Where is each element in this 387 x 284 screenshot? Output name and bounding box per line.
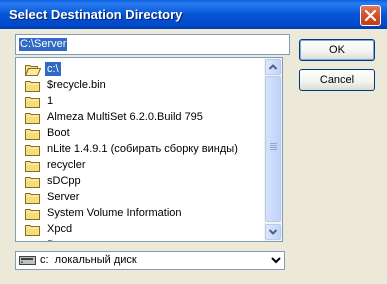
drive-icon — [19, 256, 36, 265]
chevron-up-icon — [268, 64, 278, 70]
close-button[interactable] — [360, 5, 381, 26]
folder-icon — [25, 239, 41, 242]
path-input[interactable]: C:\Server — [15, 34, 290, 55]
folder-list-item-label: Boot — [47, 127, 70, 139]
folder-icon — [25, 145, 40, 156]
scroll-grip — [270, 145, 277, 146]
folder-list-item[interactable]: 1 — [18, 93, 263, 109]
folder-icon — [25, 81, 40, 92]
folder-icon — [25, 225, 40, 236]
cancel-button[interactable]: Cancel — [299, 69, 375, 91]
drive-select-value: c: локальный диск — [40, 254, 137, 266]
folder-list-item[interactable]: $recycle.bin — [18, 77, 263, 93]
folder-icon — [25, 113, 40, 124]
folder-list-item-label: nLite 1.4.9.1 (собирать сборку винды) — [47, 143, 238, 155]
folder-list-item[interactable]: sDCpp — [18, 173, 263, 189]
ok-button[interactable]: OK — [299, 39, 375, 61]
ok-button-label: OK — [329, 44, 345, 56]
folder-list-item-label: sDCpp — [47, 175, 81, 187]
folder-list-item-label: recycler — [47, 159, 86, 171]
folder-list[interactable]: c:\ $recycle.bin 1 Almeza MultiSet 6.2.0.Bu… — [15, 57, 283, 242]
folder-list-item[interactable]: nLite 1.4.9.1 (собирать сборку винды) — [18, 141, 263, 157]
folder-icon — [25, 177, 40, 188]
folder-list-scrollbar[interactable] — [264, 58, 282, 241]
folder-icon — [25, 97, 40, 108]
drive-dropdown-button[interactable] — [268, 253, 284, 268]
drive-select[interactable]: c: локальный диск — [15, 251, 285, 270]
folder-list-item-label: System Volume Information — [47, 207, 182, 219]
path-input-value: C:\Server — [19, 38, 68, 51]
folder-icon — [25, 193, 40, 204]
folder-list-item[interactable]: System Volume Information — [18, 205, 263, 221]
folder-list-item[interactable]: Almeza MultiSet 6.2.0.Build 795 — [18, 109, 263, 125]
title-bar[interactable]: Select Destination Directory — [0, 0, 387, 29]
dialog-window: Select Destination Directory C:\Server c… — [0, 0, 387, 284]
folder-list-item-label: $recycle.bin — [47, 79, 106, 91]
folder-icon — [25, 209, 40, 220]
folder-list-item-label: Вывод — [45, 238, 82, 241]
folder-list-item-label: Xpcd — [47, 223, 73, 235]
scroll-thumb[interactable] — [265, 76, 281, 222]
scroll-grip — [270, 143, 277, 144]
folder-list-item[interactable]: c:\ — [18, 61, 263, 77]
folder-list-item-label: 1 — [47, 95, 54, 107]
folder-list-item[interactable]: Xpcd — [18, 221, 263, 237]
folder-list-item-label: c:\ — [45, 62, 61, 76]
folder-list-item[interactable]: Boot — [18, 125, 263, 141]
folder-icon — [25, 161, 40, 172]
scroll-up-button[interactable] — [265, 59, 281, 75]
chevron-down-icon — [268, 229, 278, 235]
folder-icon — [25, 129, 40, 140]
open-folder-icon — [25, 65, 41, 76]
chevron-down-icon — [271, 257, 281, 264]
folder-list-item-label: Server — [47, 191, 80, 203]
folder-list-item[interactable]: Вывод — [18, 237, 263, 242]
close-icon — [365, 10, 376, 21]
folder-list-item-label: Almeza MultiSet 6.2.0.Build 795 — [47, 111, 203, 123]
scroll-down-button[interactable] — [265, 224, 281, 240]
folder-list-item[interactable]: Server — [18, 189, 263, 205]
folder-list-item[interactable]: recycler — [18, 157, 263, 173]
cancel-button-label: Cancel — [319, 74, 355, 86]
scroll-grip — [270, 149, 277, 150]
scroll-grip — [270, 147, 277, 148]
window-title: Select Destination Directory — [9, 7, 183, 22]
